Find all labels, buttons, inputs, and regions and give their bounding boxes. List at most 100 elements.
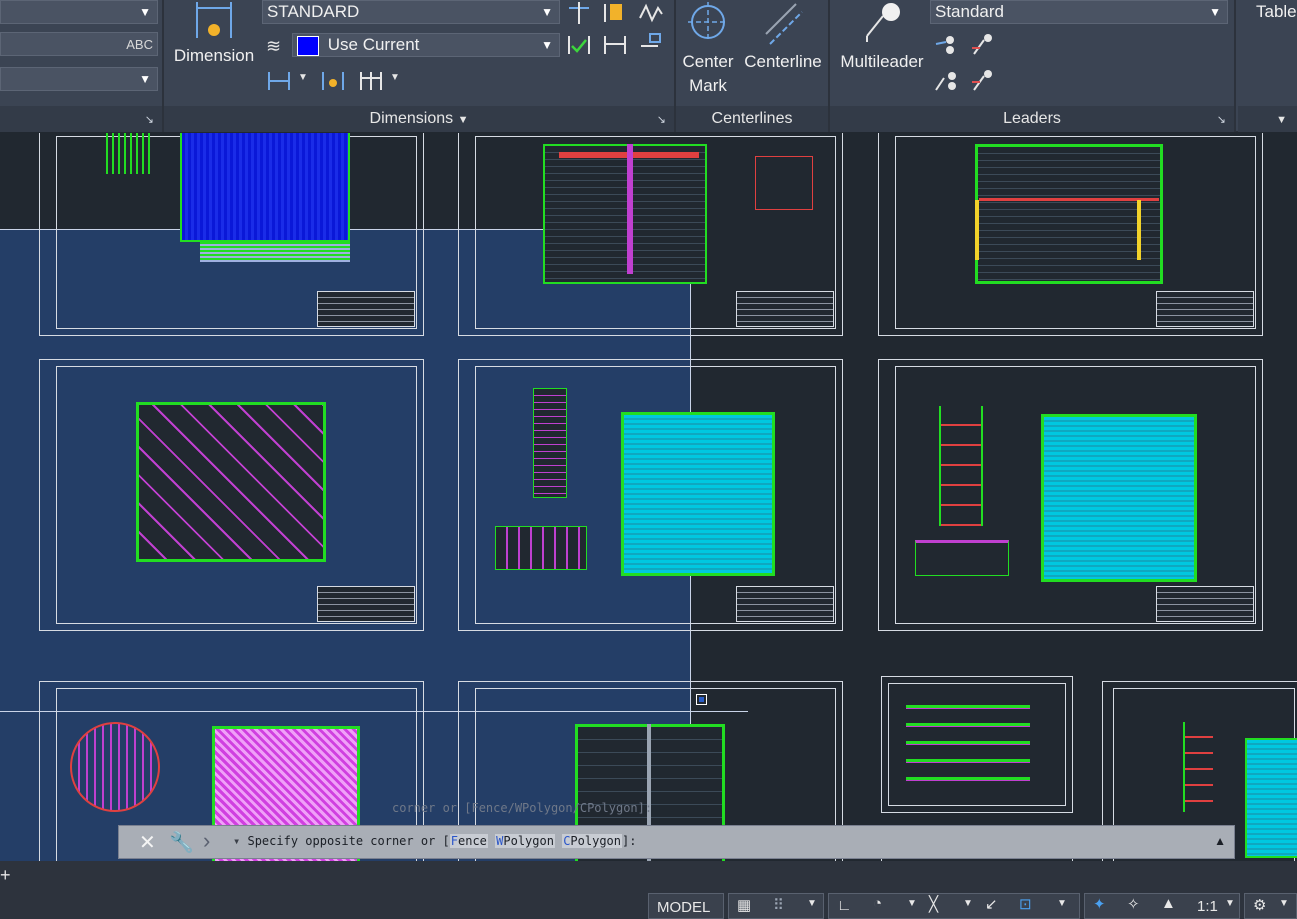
layout-sheet[interactable]	[878, 359, 1263, 631]
update-dimension-icon[interactable]	[566, 32, 592, 58]
dim-style-combo[interactable]: STANDARD ▼	[262, 0, 560, 24]
add-leader-icon[interactable]	[934, 32, 960, 58]
continue-dimension-icon[interactable]	[358, 68, 384, 94]
polar-tracking-icon[interactable]: ◔	[873, 895, 882, 912]
chevron-down-icon[interactable]: ▼	[807, 898, 817, 909]
title-block	[1156, 291, 1254, 327]
scale-value[interactable]: 1:1	[1197, 898, 1218, 915]
dim-layer-combo[interactable]: Use Current ▼	[292, 33, 560, 57]
layout-sheet[interactable]	[881, 676, 1073, 813]
title-block	[736, 586, 834, 622]
chevron-down-icon[interactable]: ▼	[1225, 898, 1235, 909]
adjust-space-icon[interactable]	[566, 0, 592, 26]
title-block	[317, 586, 415, 622]
chevron-down-icon: ▼	[457, 114, 469, 126]
command-prompt[interactable]: ▾ Specify opposite corner or [Fence WPol…	[233, 834, 636, 848]
chevron-up-icon[interactable]: ▲	[1214, 834, 1226, 848]
object-snap-tracking-icon[interactable]: ↙	[985, 895, 998, 913]
grid-icon[interactable]: ▦	[737, 896, 751, 914]
elevation-detail	[495, 526, 587, 570]
floor-plan	[975, 144, 1163, 284]
layout-sheet[interactable]	[458, 359, 843, 631]
isodraft-icon[interactable]: ╳	[929, 895, 938, 913]
remove-leader-icon[interactable]	[970, 32, 996, 58]
text-height-field[interactable]: ABC	[0, 32, 158, 56]
annotation-visibility-icon[interactable]: ✦	[1093, 895, 1106, 913]
centerline-button[interactable]: Centerline	[740, 0, 826, 74]
center-mark-label: Center Mark	[682, 52, 734, 95]
model-label: MODEL	[657, 899, 711, 916]
align-leader-icon[interactable]	[934, 68, 960, 94]
chevron-down-icon[interactable]: ▼	[1057, 898, 1067, 909]
text-style-combo[interactable]: ▼	[0, 0, 158, 24]
layer-icon[interactable]: ≋	[266, 36, 281, 57]
dim-jog-icon[interactable]	[602, 32, 628, 58]
dim-layer-value: Use Current	[327, 35, 420, 54]
table-button[interactable]: Table	[1256, 0, 1297, 24]
snap-icon[interactable]: ⠿	[773, 896, 784, 914]
collect-leader-icon[interactable]	[970, 68, 996, 94]
center-mark-button[interactable]: Center Mark	[676, 0, 740, 98]
mleader-style-value: Standard	[935, 2, 1004, 21]
option-fence[interactable]: Fence	[449, 834, 488, 848]
break-dimension-icon[interactable]	[602, 0, 628, 26]
linear-dimension-icon[interactable]	[266, 68, 292, 94]
inspect-icon[interactable]	[638, 0, 664, 26]
centerline-label: Centerline	[744, 52, 822, 71]
status-bar: MODEL ▦ ⠿ ▼ ∟ ◔ ▼ ╳ ▼ ↙ ⊡ ▼ ✦ ✧ ▲ 1:1 ▼ …	[0, 891, 1297, 919]
layout-sheet[interactable]	[39, 133, 424, 336]
panel-title-leaders: Leaders	[830, 106, 1234, 132]
title-block	[736, 291, 834, 327]
section-detail	[200, 242, 350, 262]
text-font-combo[interactable]: ▼	[0, 67, 158, 91]
add-layout-icon[interactable]: +	[0, 865, 11, 886]
detail-callout	[755, 156, 813, 210]
drafting-aids-group: ∟ ◔ ▼ ╳ ▼ ↙ ⊡ ▼	[828, 893, 1080, 919]
dim-style-value: STANDARD	[267, 2, 360, 21]
chevron-down-icon[interactable]: ▼	[963, 898, 973, 909]
panel-title-dimensions[interactable]: Dimensions ▼	[164, 106, 674, 132]
panel-text-partial: ▼ ABC ▼ ↘	[0, 0, 162, 132]
oblique-icon[interactable]	[638, 32, 664, 58]
elevation-detail	[915, 540, 1009, 576]
panel-dimensions: Dimension STANDARD ▼ ≋ Use Current ▼ ▼ ▼ D…	[164, 0, 674, 132]
layout-tab-bar: +	[0, 861, 1297, 891]
auto-scale-icon[interactable]: ✧	[1127, 895, 1140, 913]
panel-launcher-icon[interactable]: ↘	[145, 113, 154, 126]
command-line[interactable]: ✕ 🔧 › ▾ Specify opposite corner or [Fenc…	[118, 825, 1235, 859]
grid-snap-group: ▦ ⠿ ▼	[728, 893, 824, 919]
chevron-down-icon[interactable]: ▼	[298, 72, 308, 83]
gear-icon[interactable]: ⚙	[1253, 896, 1266, 914]
annotation-scale-icon[interactable]: ▲	[1161, 895, 1176, 912]
chevron-down-icon[interactable]: ▼	[907, 898, 917, 909]
panel-launcher-icon[interactable]: ↘	[1217, 113, 1226, 126]
panel-launcher-icon[interactable]: ↘	[657, 113, 666, 126]
object-snap-icon[interactable]: ⊡	[1019, 895, 1032, 913]
chevron-down-icon[interactable]: ▼	[390, 72, 400, 83]
chevron-down-icon[interactable]: ▼	[1279, 898, 1289, 909]
layout-sheet[interactable]	[878, 133, 1263, 336]
option-rest: ence	[458, 834, 487, 848]
layout-sheet[interactable]	[458, 133, 843, 336]
drawing-area[interactable]: corner or [Fence/WPolygon/CPolygon]:	[0, 133, 1297, 861]
ortho-icon[interactable]: ∟	[837, 897, 852, 914]
red-beam	[979, 198, 1159, 201]
panel-title-table[interactable]: ▼	[1238, 106, 1297, 132]
centerlines-title: Centerlines	[711, 110, 793, 127]
wrench-icon[interactable]: 🔧	[169, 830, 194, 855]
mleader-style-combo[interactable]: Standard ▼	[930, 0, 1228, 24]
dimension-button[interactable]: Dimension	[168, 0, 260, 80]
close-icon[interactable]: ✕	[139, 830, 156, 855]
quick-dimension-icon[interactable]	[320, 68, 346, 94]
option-cpolygon[interactable]: CPolygon	[562, 834, 622, 848]
dimension-icon	[196, 2, 232, 38]
multileader-button[interactable]: Multileader	[832, 0, 932, 74]
ribbon: ▼ ABC ▼ ↘ Dimension STANDARD ▼ ≋ Use Curr…	[0, 0, 1297, 132]
spell-check-icon[interactable]: ABC	[126, 34, 153, 56]
option-wpolygon[interactable]: WPolygon	[495, 834, 555, 848]
title-block	[1156, 586, 1254, 622]
annotation-group: ✦ ✧ ▲ 1:1 ▼	[1084, 893, 1240, 919]
layout-sheet[interactable]	[39, 359, 424, 631]
model-space-button[interactable]: MODEL	[648, 893, 724, 919]
center-mark-icon	[688, 2, 728, 42]
